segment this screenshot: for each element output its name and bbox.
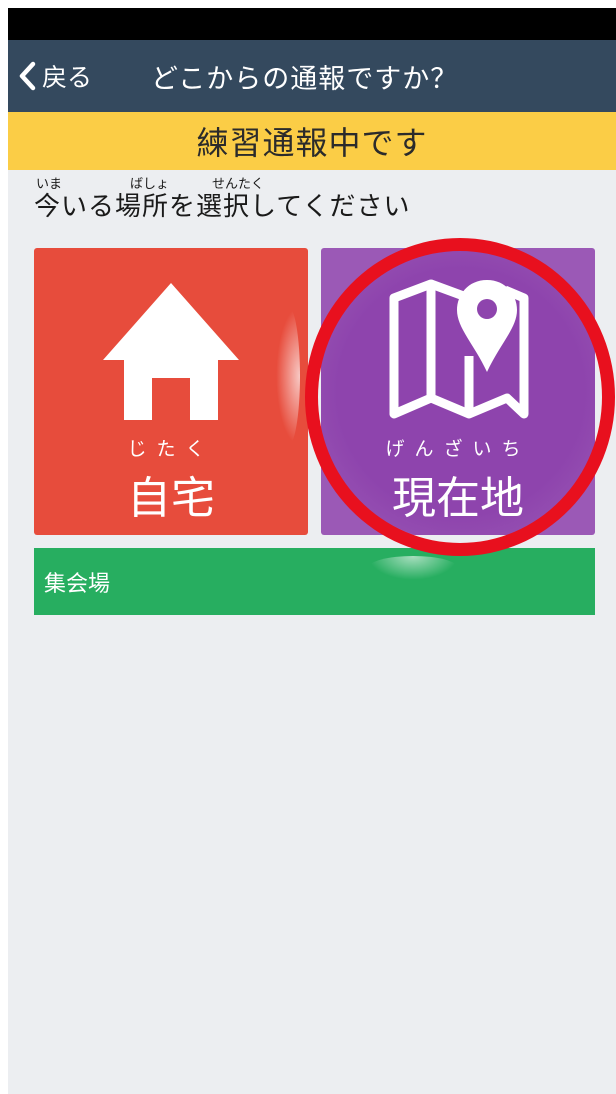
- current-location-tile-button[interactable]: げんざいち 現在地: [321, 248, 595, 535]
- navigation-bar: 戻る どこからの通報ですか？: [8, 40, 616, 112]
- home-tile-button[interactable]: じたく 自宅: [34, 248, 308, 535]
- location-item-community-hall[interactable]: 集会場: [34, 548, 595, 615]
- map-pin-icon: [389, 279, 529, 419]
- instruction: いま ばしょ せんたく 今いる場所を選択してください: [34, 171, 410, 223]
- location-label: 集会場: [44, 571, 111, 597]
- home-label: 自宅: [127, 473, 215, 524]
- ruby-basho: ばしょ: [130, 177, 170, 192]
- back-button[interactable]: 戻る: [18, 40, 92, 112]
- current-location-ruby: げんざいち: [385, 438, 531, 460]
- chevron-left-icon: [19, 61, 36, 91]
- current-location-label: 現在地: [392, 473, 524, 524]
- ruby-sentaku: せんたく: [212, 177, 265, 192]
- instruction-ruby: いま ばしょ せんたく: [34, 171, 410, 192]
- home-ruby: じたく: [127, 438, 215, 460]
- practice-mode-banner: 練習通報中です: [8, 112, 616, 170]
- status-bar: [8, 8, 616, 40]
- app-screen: 戻る どこからの通報ですか？ 練習通報中です いま ばしょ せんたく 今いる場所…: [8, 8, 616, 1094]
- back-label: 戻る: [42, 63, 93, 92]
- banner-text: 練習通報中です: [196, 124, 428, 162]
- house-icon: [103, 283, 239, 420]
- ruby-ima: いま: [36, 177, 63, 192]
- page-title: どこからの通報ですか？: [151, 63, 459, 95]
- instruction-text: 今いる場所を選択してください: [34, 192, 411, 222]
